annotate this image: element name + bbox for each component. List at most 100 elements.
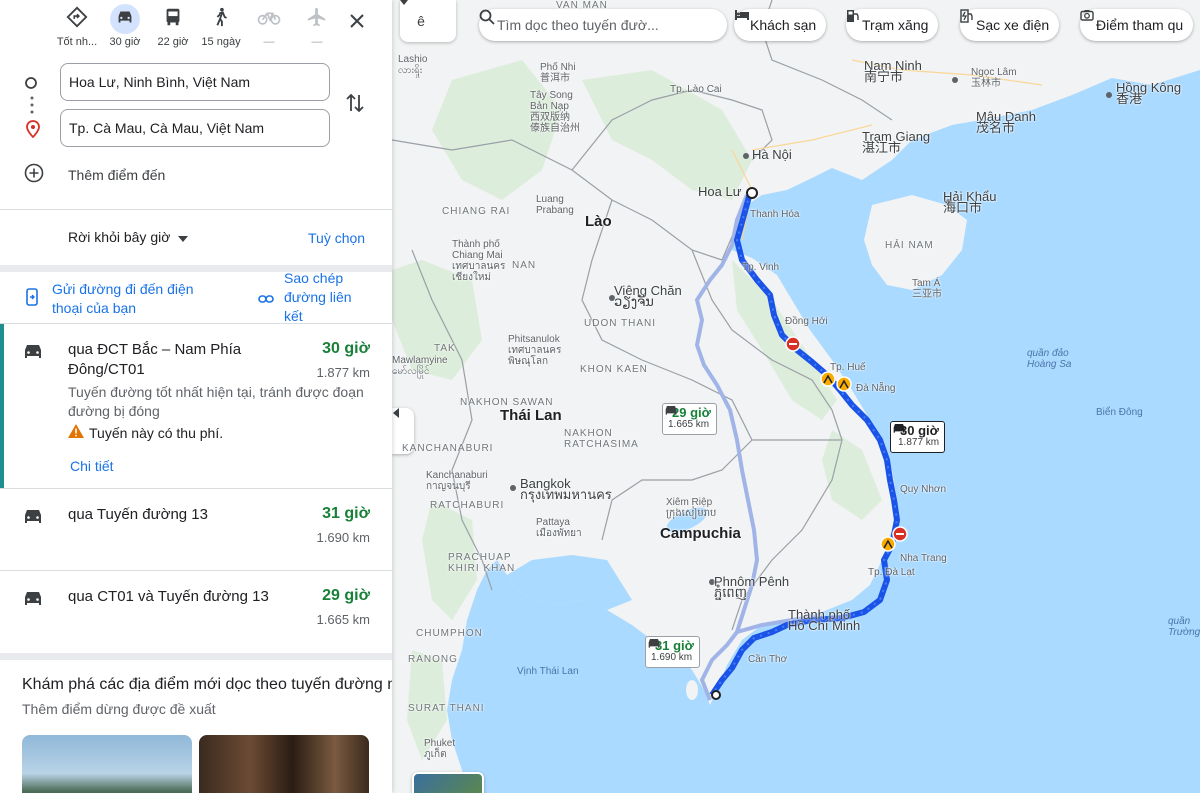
car-icon — [114, 6, 136, 33]
toll-warning-label: Tuyến này có thu phí. — [89, 424, 224, 441]
route-callout-alt[interactable]: 29 giờ 1.665 km — [662, 403, 717, 435]
satellite-toggle-thumbnail[interactable] — [412, 772, 484, 793]
map-label: Thành phố Chiang Mai เทศบาลนคร เชียงใหม่ — [452, 239, 506, 283]
map-label: HẢI NAM — [885, 240, 934, 251]
chip-gas-stations[interactable]: Trạm xăng — [846, 9, 939, 41]
destination-input[interactable]: Tp. Cà Mau, Cà Mau, Việt Nam — [60, 109, 330, 147]
best-route-icon — [66, 6, 88, 33]
route-callout-alt[interactable]: 31 giờ 1.690 km — [645, 636, 700, 668]
map-label: quần đảo Hoàng Sa — [1027, 348, 1072, 370]
options-button[interactable]: Tuỳ chọn — [308, 230, 365, 246]
mode-transit[interactable]: 22 giờ — [149, 4, 197, 52]
map-label: PRACHUAP KHIRI KHAN — [448, 552, 516, 574]
divider — [0, 209, 392, 210]
close-icon — [349, 13, 365, 34]
map-label: KANCHANABURI — [402, 443, 494, 454]
search-placeholder: Tìm dọc theo tuyến đườ... — [497, 17, 659, 33]
swap-icon[interactable] — [346, 92, 364, 119]
close-directions-button[interactable] — [342, 8, 372, 38]
construction-marker — [880, 536, 896, 552]
suggested-place-photo[interactable] — [199, 735, 369, 793]
construction-marker — [836, 376, 852, 392]
map-label: Phố Nhi 普洱市 — [540, 62, 576, 84]
map-label: KHON KAEN — [580, 364, 648, 375]
warning-icon — [68, 424, 84, 441]
layer-label: ê — [417, 13, 425, 29]
route-option-2[interactable]: qua Tuyến đường 13 31 giờ 1.690 km — [0, 489, 392, 571]
bus-icon — [162, 6, 184, 33]
map-label: Thái Lan — [500, 407, 562, 424]
map-label: Tp. Vinh — [742, 262, 780, 273]
send-to-phone-button[interactable]: Gửi đường đi đến điện thoại của bạn — [26, 280, 217, 318]
car-icon — [22, 589, 44, 612]
add-circle-icon — [24, 163, 44, 186]
route-option-3[interactable]: qua CT01 và Tuyến đường 13 29 giờ 1.665 … — [0, 571, 392, 653]
chip-attractions[interactable]: Điểm tham qu — [1080, 9, 1194, 41]
route-name: qua CT01 và Tuyến đường 13 — [68, 588, 269, 605]
copy-link-button[interactable]: Sao chép đường liên kết — [258, 272, 364, 322]
map-label: CHUMPHON — [416, 628, 483, 639]
chip-label: Sạc xe điện — [976, 17, 1050, 33]
map-label: Quy Nhơn — [900, 484, 947, 495]
map-label: SURAT THANI — [408, 703, 485, 714]
map-label: Phitsanulok เทศบาลนคร พิษณุโลก — [508, 334, 562, 367]
send-to-phone-label: Gửi đường đi đến điện thoại của bạn — [52, 281, 194, 316]
link-icon — [258, 291, 274, 322]
mode-flight[interactable]: — — [293, 4, 341, 52]
phu-quoc-island — [686, 680, 698, 700]
caret-down-icon — [178, 229, 189, 245]
route-details-link[interactable]: Chi tiết — [70, 458, 114, 474]
walk-icon — [210, 6, 232, 33]
chip-hotels[interactable]: Khách sạn — [734, 9, 827, 41]
map-label: Viêng Chăn ວຽງຈັນ — [614, 283, 682, 309]
route-search-input[interactable]: Tìm dọc theo tuyến đườ... — [479, 9, 727, 41]
map-label: Cần Thơ — [748, 654, 788, 665]
car-icon — [22, 342, 44, 365]
suggested-place-photo[interactable] — [22, 735, 192, 793]
travel-mode-bar: Tốt nh... 30 giờ 22 giờ 15 ngày — — — [0, 0, 392, 56]
route-duration: 29 giờ — [322, 587, 370, 604]
destination-marker — [711, 690, 721, 700]
route-name: qua Tuyến đường 13 — [68, 506, 208, 523]
route-distance: 1.665 km — [316, 612, 370, 627]
route-duration: 31 giờ — [322, 505, 370, 522]
add-destination-label: Thêm điểm đến — [68, 166, 166, 183]
depart-time-dropdown[interactable]: Rời khỏi bây giờ — [68, 229, 189, 245]
copy-link-label: Sao chép đường liên kết — [284, 272, 352, 322]
chip-label: Trạm xăng — [862, 17, 929, 33]
origin-input[interactable]: Hoa Lư, Ninh Bình, Việt Nam — [60, 63, 330, 101]
mode-walk[interactable]: 15 ngày — [197, 4, 245, 52]
map-label: Kanchanaburi กาญจนบุรี — [426, 470, 488, 492]
map-label: VAN MAN — [556, 0, 608, 11]
origin-marker — [746, 187, 758, 199]
construction-marker — [820, 371, 836, 387]
plane-icon — [306, 6, 328, 33]
mode-car[interactable]: 30 giờ — [101, 4, 149, 52]
toll-warning: Tuyến này có thu phí. — [68, 424, 223, 441]
map-label: Mawlamyine မော်လမြိုင် — [392, 355, 448, 377]
route-callout-main[interactable]: 30 giờ 1.877 km — [890, 421, 946, 453]
route-description: Tuyến đường tốt nhất hiện tại, tránh đượ… — [68, 384, 364, 419]
map-label: Ngọc Lâm 玉林市 — [971, 67, 1017, 89]
chip-ev-charging[interactable]: Sạc xe điện — [960, 9, 1060, 41]
map-label: Xiêm Riệp ក្រុងសៀមរាប — [666, 497, 717, 519]
mode-bicycle[interactable]: — — [245, 4, 293, 52]
route-option-1[interactable]: qua ĐCT Bắc – Nam Phía Đông/CT01 30 giờ … — [0, 324, 392, 489]
map-label: CHIANG RAI — [442, 206, 511, 217]
section-divider — [0, 653, 392, 660]
map-canvas[interactable]: ê Tìm dọc theo tuyến đườ... Khách sạn Tr… — [392, 0, 1200, 793]
phone-icon — [26, 288, 38, 318]
map-label: Luang Prabang — [536, 194, 574, 216]
map-label: NAN — [512, 260, 537, 271]
route-distance: 1.690 km — [316, 530, 370, 545]
map-layer-button[interactable]: ê — [400, 0, 456, 42]
map-label: Hải Khẩu 海口市 — [943, 189, 997, 215]
add-destination-button[interactable]: Thêm điểm đến — [24, 163, 165, 186]
route-callout-distance: 1.690 km — [651, 652, 693, 663]
map-label: Lào — [585, 213, 612, 230]
mode-best[interactable]: Tốt nh... — [53, 4, 101, 52]
depart-label: Rời khỏi bây giờ — [68, 229, 171, 245]
map-label: Phnôm Pênh ភ្នំពេញ — [714, 574, 790, 600]
map-label: Thanh Hóa — [750, 209, 800, 220]
map-label: Nha Trang — [900, 553, 947, 564]
